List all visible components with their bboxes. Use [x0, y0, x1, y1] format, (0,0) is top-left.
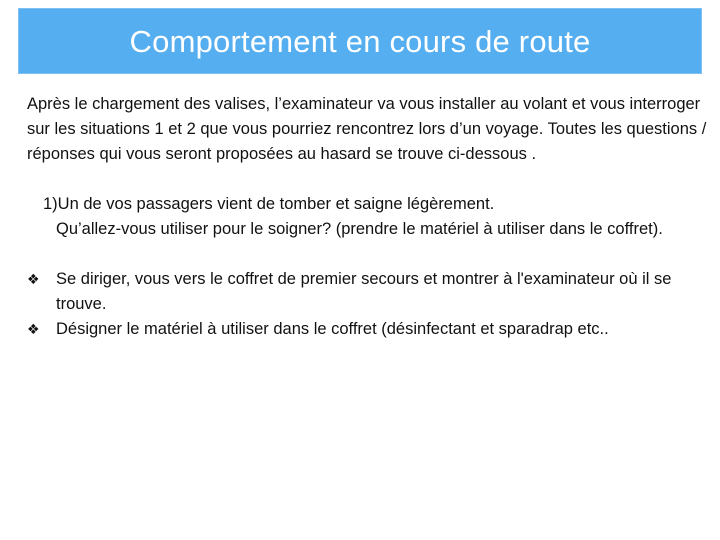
- question-first-line: 1)Un de vos passagers vient de tomber et…: [43, 192, 707, 217]
- slide-content: Après le chargement des valises, l’exami…: [27, 92, 707, 342]
- slide-title: Comportement en cours de route: [129, 24, 591, 59]
- diamond-bullet-icon: ❖: [27, 321, 40, 337]
- answer-text: Désigner le matériel à utiliser dans le …: [56, 320, 609, 338]
- intro-paragraph: Après le chargement des valises, l’exami…: [27, 95, 707, 163]
- question-1: 1)Un de vos passagers vient de tomber et…: [43, 192, 707, 242]
- list-item: ❖ Se diriger, vous vers le coffret de pr…: [27, 267, 707, 317]
- answer-list: ❖ Se diriger, vous vers le coffret de pr…: [27, 267, 707, 342]
- diamond-bullet-icon: ❖: [27, 271, 40, 287]
- title-bar: Comportement en cours de route: [18, 8, 702, 74]
- answer-text: Se diriger, vous vers le coffret de prem…: [56, 270, 672, 313]
- list-item: ❖ Désigner le matériel à utiliser dans l…: [27, 317, 707, 342]
- question-text: Un de vos passagers vient de tomber et s…: [57, 195, 495, 213]
- question-number: 1): [43, 195, 58, 213]
- question-prompt: Qu’allez-vous utiliser pour le soigner? …: [56, 220, 663, 238]
